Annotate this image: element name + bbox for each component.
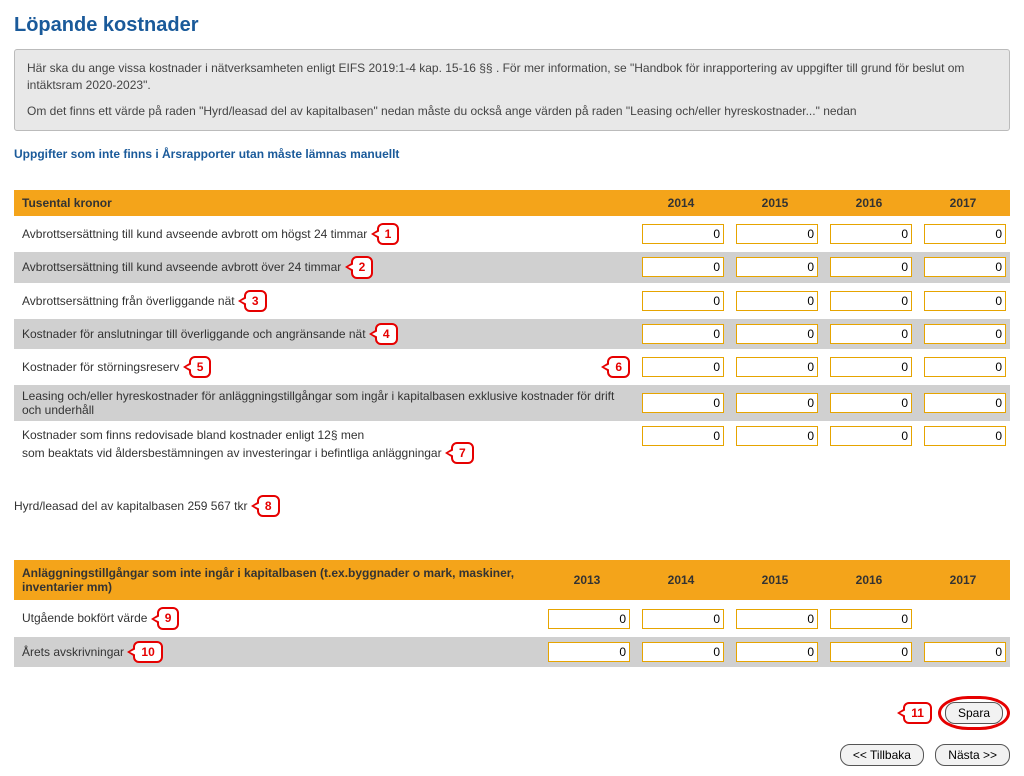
cost-input[interactable] [924,224,1006,244]
hydr-label: Hyrd/leasad del av kapitalbasen 259 567 … [14,499,247,513]
callout-4: 4 [375,323,398,345]
header-label: Anläggningstillgångar som inte ingår i k… [14,560,540,600]
row-label: Kostnader för anslutningar till överligg… [22,327,366,341]
asset-input[interactable] [642,642,724,662]
year-col: 2013 [540,560,634,600]
cost-input[interactable] [830,393,912,413]
row-label: Avbrottsersättning till kund avseende av… [22,227,367,241]
cost-input[interactable] [830,357,912,377]
save-group: 11 Spara [897,696,1010,730]
callout-8: 8 [257,495,280,517]
save-button[interactable]: Spara [945,702,1003,724]
cost-input[interactable] [736,224,818,244]
row-label: Leasing och/eller hyreskostnader för anl… [22,389,614,417]
cost-input[interactable] [924,357,1006,377]
cost-input[interactable] [736,393,818,413]
table-header: Anläggningstillgångar som inte ingår i k… [14,560,1010,600]
asset-input[interactable] [736,609,818,629]
table-row: Kostnader för störningsreserv 5 6 [14,352,1010,382]
callout-9: 9 [157,607,180,629]
table-row: Utgående bokfört värde 9 [14,603,1010,633]
asset-input[interactable] [548,642,630,662]
asset-input[interactable] [830,642,912,662]
cost-input[interactable] [830,224,912,244]
year-col: 2015 [728,190,822,216]
asset-input[interactable] [924,642,1006,662]
year-col: 2016 [822,560,916,600]
table-row: Kostnader som finns redovisade bland kos… [14,424,1010,468]
manual-info-link[interactable]: Uppgifter som inte finns i Årsrapporter … [14,147,399,161]
cost-input[interactable] [736,357,818,377]
callout-10: 10 [133,641,162,663]
cost-input[interactable] [642,324,724,344]
cost-input[interactable] [830,426,912,446]
row-label: Årets avskrivningar [22,645,124,659]
callout-7: 7 [451,442,474,464]
cost-input[interactable] [736,257,818,277]
back-button[interactable]: << Tillbaka [840,744,924,766]
cost-input[interactable] [830,291,912,311]
cost-input[interactable] [736,426,818,446]
cost-input[interactable] [642,357,724,377]
assets-table: Anläggningstillgångar som inte ingår i k… [14,557,1010,669]
row-label: Kostnader för störningsreserv [22,360,179,374]
callout-5: 5 [189,356,212,378]
callout-2: 2 [351,256,374,278]
save-highlight: Spara [938,696,1010,730]
cost-input[interactable] [642,291,724,311]
callout-11: 11 [903,702,932,724]
cost-input[interactable] [642,426,724,446]
page-title: Löpande kostnader [14,14,1010,37]
asset-input[interactable] [548,609,630,629]
table-row: Kostnader för anslutningar till överligg… [14,319,1010,349]
cost-input[interactable] [736,324,818,344]
info-paragraph-2: Om det finns ett värde på raden "Hyrd/le… [27,103,997,120]
table-row: Avbrottsersättning till kund avseende av… [14,219,1010,249]
row-label: Avbrottsersättning till kund avseende av… [22,260,341,274]
next-button[interactable]: Nästa >> [935,744,1010,766]
hydr-leasad-row: Hyrd/leasad del av kapitalbasen 259 567 … [14,495,1010,517]
table-header: Tusental kronor 2014 2015 2016 2017 [14,190,1010,216]
asset-input[interactable] [642,609,724,629]
cost-input[interactable] [924,257,1006,277]
cost-input[interactable] [642,393,724,413]
year-col: 2017 [916,190,1010,216]
cost-input[interactable] [924,426,1006,446]
header-label: Tusental kronor [14,190,634,216]
cost-input[interactable] [924,291,1006,311]
cost-input[interactable] [830,257,912,277]
asset-input[interactable] [736,642,818,662]
cost-input[interactable] [642,224,724,244]
year-col: 2014 [634,190,728,216]
row-label: Avbrottsersättning från överliggande nät [22,294,235,308]
table-row: Årets avskrivningar 10 [14,637,1010,667]
year-col: 2014 [634,560,728,600]
cost-input[interactable] [924,324,1006,344]
cost-input[interactable] [830,324,912,344]
year-col: 2016 [822,190,916,216]
cost-input[interactable] [924,393,1006,413]
row-label: Utgående bokfört värde [22,611,147,625]
callout-1: 1 [377,223,400,245]
costs-table: Tusental kronor 2014 2015 2016 2017 Avbr… [14,187,1010,471]
asset-input[interactable] [830,609,912,629]
cost-input[interactable] [642,257,724,277]
row-label: Kostnader som finns redovisade bland kos… [22,428,442,460]
callout-6: 6 [607,356,630,378]
table-row: Leasing och/eller hyreskostnader för anl… [14,385,1010,421]
cost-input[interactable] [736,291,818,311]
info-paragraph-1: Här ska du ange vissa kostnader i nätver… [27,60,997,95]
year-col: 2015 [728,560,822,600]
year-col: 2017 [916,560,1010,600]
info-box: Här ska du ange vissa kostnader i nätver… [14,49,1010,131]
table-row: Avbrottsersättning från överliggande nät… [14,286,1010,316]
table-row: Avbrottsersättning till kund avseende av… [14,252,1010,282]
callout-3: 3 [244,290,267,312]
